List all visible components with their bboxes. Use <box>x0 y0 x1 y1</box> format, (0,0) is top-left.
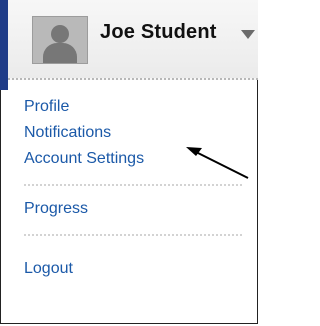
menu-divider <box>24 234 242 236</box>
annotation-arrow-icon <box>186 147 249 179</box>
menu-item-logout[interactable]: Logout <box>24 260 244 278</box>
menu-item-profile[interactable]: Profile <box>24 98 244 116</box>
avatar-head <box>51 25 69 43</box>
avatar-body <box>43 43 77 63</box>
menu-divider <box>24 184 242 186</box>
user-menu-header[interactable]: Joe Student <box>8 0 258 80</box>
accent-bar <box>0 0 8 90</box>
menu-item-notifications[interactable]: Notifications <box>24 124 244 142</box>
user-dropdown-menu: Profile Notifications Account Settings P… <box>24 92 244 278</box>
menu-item-progress[interactable]: Progress <box>24 200 244 218</box>
user-name: Joe Student <box>100 21 217 43</box>
caret-down-icon[interactable] <box>241 30 255 39</box>
user-avatar-icon <box>32 16 88 64</box>
